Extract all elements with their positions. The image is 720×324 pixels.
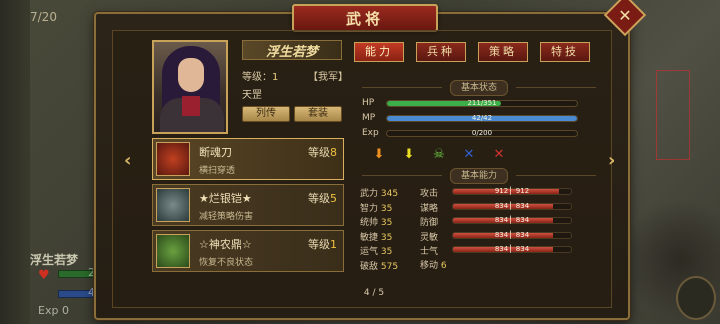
equipment-name: ☆神农鼎☆	[199, 238, 252, 251]
basic-ability-label: 基本能力	[449, 168, 508, 184]
move-label: 移动	[420, 261, 439, 271]
title-ornament-right	[438, 12, 598, 22]
left-hud-panel	[0, 0, 30, 324]
crossed-sword-icon: ✕	[463, 147, 475, 162]
hp-label: HP	[362, 98, 375, 108]
heart-icon: ♥	[38, 268, 50, 283]
basic-ability-heading: 基本能力	[352, 168, 606, 184]
hero-star-title: 天罡	[242, 90, 262, 101]
arrow-down-yellow-icon: ⬇	[403, 147, 415, 162]
skull-icon: ☠	[433, 147, 445, 162]
exp-value: 0/200	[471, 129, 493, 137]
biography-button[interactable]: 列传	[242, 106, 290, 122]
combat-stat-value: 834 ▏834	[494, 216, 530, 224]
equipment-level-value: 5	[330, 192, 337, 205]
ability-stat-name: 敏捷	[360, 232, 379, 243]
combat-stat-name: 攻击	[420, 189, 439, 199]
next-general-arrow-icon[interactable]: ›	[608, 150, 620, 171]
armor-icon	[156, 188, 190, 222]
equipment-level-label: 等级	[308, 192, 330, 205]
ability-stat-row: 统帅 35	[360, 215, 392, 228]
hero-level-value: 1	[272, 72, 279, 83]
combat-stat-value: 912 ▏912	[494, 187, 530, 195]
ability-stat-value: 575	[380, 261, 399, 272]
title-ornament-left	[116, 12, 276, 22]
ability-stat-row: 智力 35	[360, 201, 392, 214]
tab-strategy[interactable]: 策略	[478, 42, 528, 62]
equipment-desc: 横扫穿透	[199, 166, 236, 176]
bg-hero-name: 浮生若梦	[30, 253, 79, 267]
equipment-desc: 恢复不良状态	[199, 258, 254, 268]
ability-stat-value: 35	[380, 247, 393, 257]
ability-stat-row: 武力 345	[360, 186, 398, 199]
ability-stat-value: 345	[380, 189, 399, 199]
equipment-level: 等级5	[308, 190, 337, 206]
hero-level: 等级：1	[242, 68, 278, 83]
ability-stat-name: 统帅	[360, 218, 379, 228]
move-value: 6	[440, 261, 447, 271]
equipment-level-value: 8	[330, 146, 337, 159]
equipment-level-label: 等级	[308, 238, 330, 251]
combat-stat-name: 防御	[420, 218, 439, 228]
map-highlight-region	[656, 70, 690, 160]
ability-stat-name: 智力	[360, 203, 379, 214]
equipment-name: 断魂刀	[199, 146, 232, 159]
set-button[interactable]: 套装	[294, 106, 342, 122]
bg-exp-value: 0	[61, 304, 69, 317]
unit-counter: 7/20	[30, 10, 57, 24]
close-icon: ✕	[618, 5, 632, 25]
tab-ability[interactable]: 能力	[354, 42, 404, 62]
page-indicator: 4 / 5	[363, 288, 385, 298]
combat-stat-name: 士气	[420, 247, 439, 257]
mp-value: 42/42	[471, 114, 493, 122]
broken-sword-icon: ✕	[493, 147, 505, 162]
hero-portrait	[152, 40, 228, 134]
equipment-level-value: 1	[330, 238, 337, 251]
hero-faction: 【我军】	[308, 72, 348, 83]
bg-exp-label: Exp	[38, 304, 59, 317]
combat-stat-value: 834 ▏834	[494, 230, 530, 239]
move-stat: 移动 6	[420, 258, 447, 271]
ability-stat-value: 35	[380, 203, 393, 214]
basic-status-heading: 基本状态	[352, 80, 606, 96]
equipment-slot-armor[interactable]: ★烂银铠★ 等级5 减轻策略伤害	[152, 184, 344, 226]
mp-label: MP	[362, 113, 376, 123]
combat-stat-value: 834 ▏834	[494, 201, 530, 210]
ability-stat-name: 运气	[360, 247, 379, 257]
menu-ring-icon[interactable]	[676, 276, 716, 320]
hp-value: 211/351	[467, 99, 497, 107]
equipment-level: 等级8	[308, 144, 337, 160]
hero-level-label: 等级：	[242, 72, 272, 83]
general-info-window: 武将 ✕ ‹ › 浮生若梦 等级：1 【我军】 天罡 列传 套装 断魂刀 等级8…	[94, 0, 647, 320]
equipment-level: 等级1	[308, 236, 337, 252]
ability-stat-row: 运气 35	[360, 244, 392, 257]
basic-status-label: 基本状态	[449, 80, 508, 96]
combat-stat-name: 谋略	[420, 203, 439, 214]
equipment-level-label: 等级	[308, 146, 330, 159]
combat-stat-value: 834 ▏834	[494, 245, 530, 253]
ability-stat-row: 破敌 575	[360, 259, 398, 272]
exp-label: Exp	[362, 128, 379, 138]
ability-stat-name: 破敌	[360, 261, 379, 272]
arrow-down-orange-icon: ⬇	[373, 147, 385, 162]
bg-exp: Exp 0	[38, 304, 69, 317]
equipment-desc: 减轻策略伤害	[199, 212, 254, 222]
tab-skills[interactable]: 特技	[540, 42, 590, 62]
combat-stat-name: 灵敏	[420, 232, 439, 243]
tab-troops[interactable]: 兵种	[416, 42, 466, 62]
ability-stat-name: 武力	[360, 189, 379, 199]
cauldron-icon	[156, 234, 190, 268]
hero-name: 浮生若梦	[242, 40, 342, 60]
window-title: 武将	[292, 4, 438, 32]
equipment-name: ★烂银铠★	[199, 192, 252, 205]
equipment-slot-weapon[interactable]: 断魂刀 等级8 横扫穿透	[152, 138, 344, 180]
blade-icon	[156, 142, 190, 176]
ability-stat-row: 敏捷 35	[360, 230, 392, 243]
equipment-slot-accessory[interactable]: ☆神农鼎☆ 等级1 恢复不良状态	[152, 230, 344, 272]
prev-general-arrow-icon[interactable]: ‹	[124, 150, 136, 171]
ability-stat-value: 35	[380, 218, 393, 228]
ability-stat-value: 35	[380, 232, 393, 243]
